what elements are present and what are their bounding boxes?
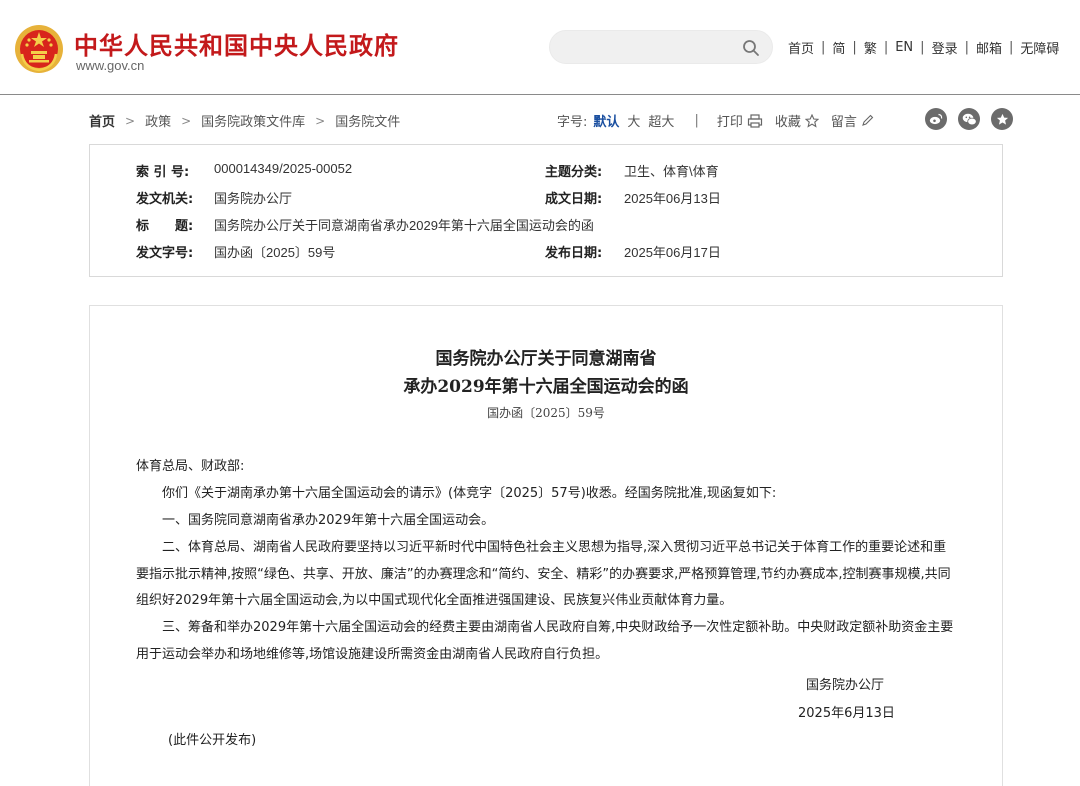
site-url: www.gov.cn [76, 58, 145, 73]
tools-divider: | [694, 113, 699, 128]
wechat-icon [962, 113, 977, 125]
doc-number-value: 国办函〔2025〕59号 [214, 245, 336, 260]
issuer-label: 发文机关: [136, 192, 194, 207]
paragraph: 一、国务院同意湖南省承办2029年第十六届全国运动会。 [162, 513, 495, 528]
title-value: 国务院办公厅关于同意湖南省承办2029年第十六届全国运动会的函 [214, 218, 594, 233]
breadcrumb-bar: 首页 > 政策 > 国务院政策文件库 > 国务院文件 字号: 默认 大 超大 |… [89, 108, 1013, 132]
nav-login[interactable]: 登录 [932, 38, 958, 57]
search-input[interactable] [564, 37, 734, 59]
nav-separator: | [920, 39, 925, 55]
favorite-label: 收藏 [774, 115, 801, 130]
print-button[interactable]: 打印 [717, 111, 763, 130]
star-icon [996, 113, 1008, 125]
favorites-share-button[interactable] [991, 108, 1013, 130]
site-title[interactable]: 中华人民共和国中央人民政府 [74, 26, 399, 61]
info-row: 索 引 号: 000014349/2025-00052 主题分类: 卫生、体育\… [90, 161, 1002, 181]
nav-english[interactable]: EN [895, 40, 913, 55]
national-emblem-icon[interactable] [14, 24, 64, 74]
nav-separator: | [821, 39, 826, 55]
chevron-right-icon: > [315, 113, 326, 128]
breadcrumb-policy-library[interactable]: 国务院政策文件库 [201, 111, 305, 130]
nav-home[interactable]: 首页 [788, 38, 814, 57]
publish-date-label: 发布日期: [545, 246, 603, 261]
wechat-share-button[interactable] [958, 108, 980, 130]
chevron-right-icon: > [181, 113, 192, 128]
font-size-label: 字号: [557, 115, 588, 130]
category-value: 卫生、体育\体育 [624, 164, 719, 179]
written-date-label: 成文日期: [545, 192, 603, 207]
category-label: 主题分类: [545, 165, 603, 180]
search-icon[interactable] [742, 39, 760, 57]
top-nav: 首页 | 简 | 繁 | EN | 登录 | 邮箱 | 无障碍 [788, 38, 1059, 57]
document-title-line1: 国务院办公厅关于同意湖南省 [435, 349, 657, 369]
share-group [914, 108, 1013, 130]
printer-icon [747, 113, 762, 128]
breadcrumb: 首页 > 政策 > 国务院政策文件库 > 国务院文件 [89, 111, 400, 131]
paragraph: 你们《关于湖南承办第十六届全国运动会的请示》(体竞字〔2025〕57号)收悉。经… [162, 486, 777, 501]
nav-accessibility[interactable]: 无障碍 [1020, 38, 1059, 57]
comment-label: 留言 [830, 115, 857, 130]
issuer-value: 国务院办公厅 [214, 191, 293, 206]
favorite-button[interactable]: 收藏 [775, 111, 819, 130]
publish-date-value: 2025年06月17日 [624, 245, 721, 260]
print-label: 打印 [716, 115, 743, 130]
breadcrumb-home[interactable]: 首页 [89, 111, 115, 130]
info-row: 发文字号: 国办函〔2025〕59号 发布日期: 2025年06月17日 [90, 242, 1002, 262]
weibo-icon [929, 113, 943, 125]
font-size-large[interactable]: 大 [627, 111, 640, 130]
index-value: 000014349/2025-00052 [214, 161, 353, 176]
breadcrumb-state-council-docs[interactable]: 国务院文件 [335, 111, 400, 130]
breadcrumb-policy[interactable]: 政策 [145, 111, 171, 130]
signer: 国务院办公厅 [806, 678, 885, 693]
nav-separator: | [883, 39, 889, 55]
document-info-table: 索 引 号: 000014349/2025-00052 主题分类: 卫生、体育\… [89, 144, 1003, 277]
font-size-default[interactable]: 默认 [593, 111, 619, 130]
info-row: 标 题: 国务院办公厅关于同意湖南省承办2029年第十六届全国运动会的函 [90, 215, 1002, 235]
nav-traditional[interactable]: 繁 [864, 38, 877, 57]
nav-separator: | [852, 39, 857, 55]
weibo-share-button[interactable] [925, 108, 947, 130]
written-date-value: 2025年06月13日 [624, 191, 721, 206]
sign-date: 2025年6月13日 [798, 706, 895, 721]
title-label: 标 题: [136, 219, 194, 234]
nav-simplified[interactable]: 简 [832, 38, 845, 57]
pencil-icon [862, 114, 874, 126]
font-size-extra-large[interactable]: 超大 [648, 111, 674, 130]
comment-button[interactable]: 留言 [831, 111, 874, 130]
search-box [549, 30, 773, 64]
star-outline-icon [804, 113, 819, 128]
document-title-line2: 承办2029年第十六届全国运动会的函 [403, 377, 689, 397]
info-row: 发文机关: 国务院办公厅 成文日期: 2025年06月13日 [90, 188, 1002, 208]
index-label: 索 引 号: [136, 165, 190, 180]
doc-number-label: 发文字号: [136, 246, 194, 261]
article-tools: 字号: 默认 大 超大 | 打印 收藏 留言 [557, 111, 886, 130]
public-release-note: (此件公开发布) [168, 733, 257, 748]
nav-separator: | [1008, 39, 1014, 55]
paragraph: 三、筹备和举办2029年第十六届全国运动会的经费主要由湖南省人民政府自筹,中央财… [136, 620, 954, 662]
nav-mailbox[interactable]: 邮箱 [976, 38, 1002, 57]
salutation: 体育总局、财政部: [136, 459, 245, 474]
chevron-right-icon: > [125, 113, 136, 128]
nav-separator: | [964, 39, 969, 55]
document-number: 国办函〔2025〕59号 [487, 406, 605, 420]
paragraph: 二、体育总局、湖南省人民政府要坚持以习近平新时代中国特色社会主义思想为指导,深入… [136, 540, 951, 608]
site-header: 中华人民共和国中央人民政府 www.gov.cn 首页 | 简 | 繁 | EN… [0, 0, 1080, 95]
document-body: 国务院办公厅关于同意湖南省 承办2029年第十六届全国运动会的函 国办函〔202… [89, 305, 1003, 786]
